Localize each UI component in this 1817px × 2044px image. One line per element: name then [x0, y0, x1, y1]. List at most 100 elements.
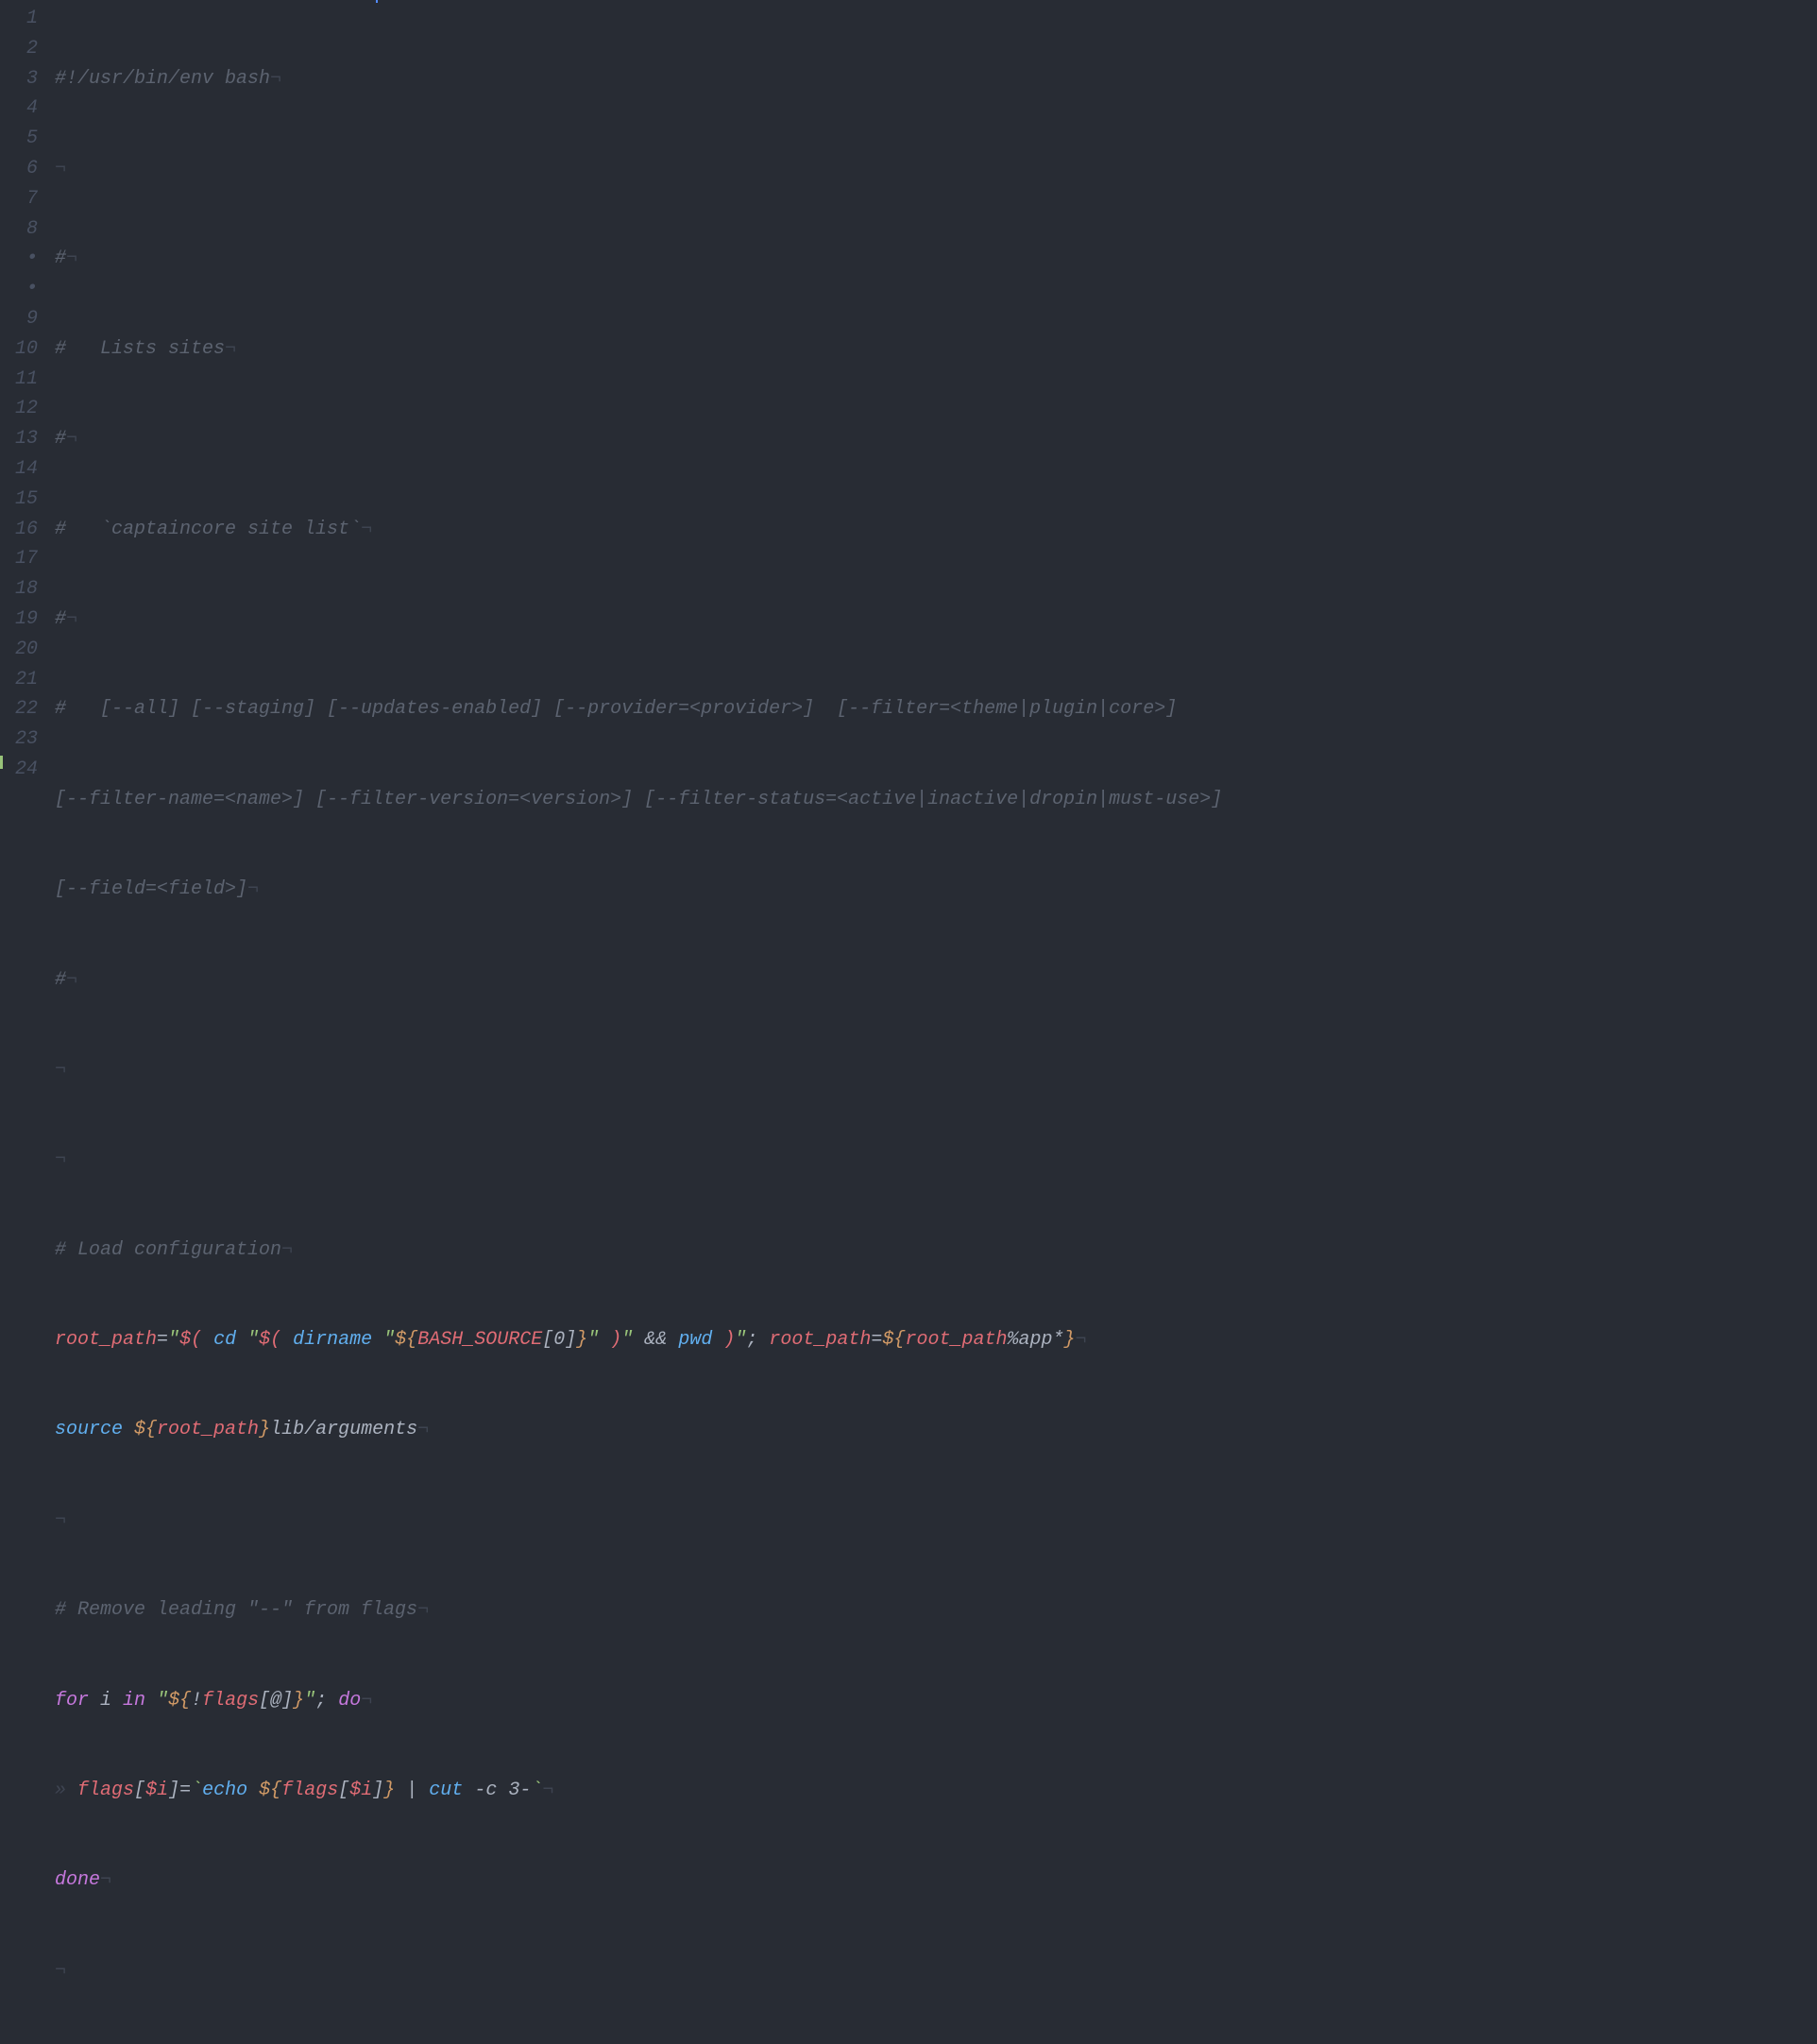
newline-icon: ¬ — [66, 428, 77, 450]
bracket: [ — [134, 1780, 145, 1801]
code-line[interactable]: #!/usr/bin/env bash¬ — [55, 64, 1817, 94]
code-area[interactable]: #!/usr/bin/env bash¬ ¬ #¬ # Lists sites¬… — [55, 4, 1817, 1022]
keyword: for — [55, 1690, 89, 1712]
code-line[interactable]: [--field=<field>]¬ — [55, 875, 1817, 905]
brace: } — [576, 1329, 587, 1351]
command: echo — [202, 1780, 247, 1801]
line-number: 19 — [0, 605, 38, 635]
code-line[interactable]: source ${root_path}lib/arguments¬ — [55, 1415, 1817, 1445]
wrap-indicator: • — [0, 244, 38, 274]
comment: # — [55, 247, 66, 269]
line-number: 14 — [0, 454, 38, 485]
string-quote: " — [383, 1329, 395, 1351]
code-line[interactable]: #¬ — [55, 605, 1817, 635]
line-number: 18 — [0, 574, 38, 605]
line-number: 4 — [0, 94, 38, 124]
code-line[interactable]: #¬ — [55, 244, 1817, 274]
code-line[interactable]: ¬ — [55, 154, 1817, 184]
variable: flags — [77, 1780, 134, 1801]
line-number: 8 — [0, 214, 38, 245]
code-editor[interactable]: 1 2 3 4 5 6 7 8 • • 9 10 11 12 13 14 15 … — [0, 0, 1817, 1022]
subshell-open: $( — [259, 1329, 281, 1351]
punct: ; — [746, 1329, 769, 1351]
code-line[interactable]: # Remove leading "--" from flags¬ — [55, 1595, 1817, 1626]
code-line[interactable]: # Load configuration¬ — [55, 1235, 1817, 1266]
comment: # — [55, 428, 66, 450]
string-quote: " — [247, 1329, 259, 1351]
gutter-marker — [0, 756, 3, 769]
variable: BASH_SOURCE — [417, 1329, 542, 1351]
newline-icon: ¬ — [55, 1059, 66, 1081]
operator: = — [179, 1780, 191, 1801]
string-quote: " — [621, 1329, 633, 1351]
brace: } — [1063, 1329, 1075, 1351]
brace: } — [293, 1690, 304, 1712]
newline-icon: ¬ — [1076, 1329, 1087, 1351]
operator: = — [871, 1329, 882, 1351]
backtick: ` — [191, 1780, 202, 1801]
code-line[interactable]: # [--all] [--staging] [--updates-enabled… — [55, 694, 1817, 724]
code-line[interactable]: # `captaincore site list`¬ — [55, 515, 1817, 545]
line-number: 24 — [0, 755, 38, 785]
code-line[interactable]: ¬ — [55, 1956, 1817, 1986]
newline-icon: ¬ — [55, 1149, 66, 1170]
code-line[interactable]: » flags[$i]=`echo ${flags[$i]} | cut -c … — [55, 1776, 1817, 1806]
code-line[interactable]: # Lists sites¬ — [55, 334, 1817, 365]
line-number: 13 — [0, 424, 38, 454]
backtick: ` — [531, 1780, 542, 1801]
string-quote: " — [304, 1690, 315, 1712]
newline-icon: ¬ — [361, 519, 372, 540]
comment: # `captaincore site list` — [55, 519, 361, 540]
tab-icon: » — [55, 1780, 66, 1801]
brace: } — [259, 1419, 270, 1440]
bracket: [ — [338, 1780, 349, 1801]
command: cd — [202, 1329, 247, 1351]
variable: flags — [281, 1780, 338, 1801]
punct: ; — [315, 1690, 338, 1712]
line-number: 20 — [0, 635, 38, 665]
brace: ${ — [395, 1329, 417, 1351]
line-number-gutter: 1 2 3 4 5 6 7 8 • • 9 10 11 12 13 14 15 … — [0, 4, 55, 1022]
string-quote: " — [735, 1329, 746, 1351]
operator: = — [157, 1329, 168, 1351]
variable: i — [157, 1780, 168, 1801]
line-number: 21 — [0, 665, 38, 695]
variable: root_path — [55, 1329, 157, 1351]
text — [247, 1780, 259, 1801]
keyword: done — [55, 1869, 100, 1891]
wrap-indicator: • — [0, 274, 38, 304]
code-line[interactable]: ¬ — [55, 1506, 1817, 1536]
variable: root_path — [769, 1329, 871, 1351]
code-line[interactable]: root_path="$( cd "$( dirname "${BASH_SOU… — [55, 1325, 1817, 1355]
newline-icon: ¬ — [270, 68, 281, 90]
newline-icon: ¬ — [55, 1960, 66, 1982]
variable: i — [361, 1780, 372, 1801]
code-line[interactable]: [--filter-name=<name>] [--filter-version… — [55, 785, 1817, 815]
newline-icon: ¬ — [66, 969, 77, 991]
code-line[interactable]: done¬ — [55, 1865, 1817, 1896]
bracket: ] — [372, 1780, 383, 1801]
command: pwd — [678, 1329, 712, 1351]
cursor-indicator — [376, 0, 378, 3]
newline-icon: ¬ — [55, 158, 66, 179]
line-number: 23 — [0, 724, 38, 755]
line-number: 7 — [0, 184, 38, 214]
code-line[interactable]: ¬ — [55, 1055, 1817, 1085]
shebang: #!/usr/bin/env bash — [55, 68, 270, 90]
code-line[interactable]: #¬ — [55, 424, 1817, 454]
brace: } — [383, 1780, 395, 1801]
brace: ${ — [168, 1690, 191, 1712]
text: ! — [191, 1690, 202, 1712]
comment: [--field=<field>] — [55, 878, 247, 900]
command: source — [55, 1419, 134, 1440]
operator: && — [633, 1329, 678, 1351]
code-line[interactable]: for i in "${!flags[@]}"; do¬ — [55, 1686, 1817, 1716]
newline-icon: ¬ — [66, 247, 77, 269]
newline-icon: ¬ — [55, 1509, 66, 1531]
brace: ${ — [882, 1329, 905, 1351]
code-line[interactable]: ¬ — [55, 1145, 1817, 1175]
index: [0] — [542, 1329, 576, 1351]
code-line[interactable]: #¬ — [55, 965, 1817, 996]
newline-icon: ¬ — [281, 1239, 293, 1261]
newline-icon: ¬ — [417, 1599, 429, 1621]
